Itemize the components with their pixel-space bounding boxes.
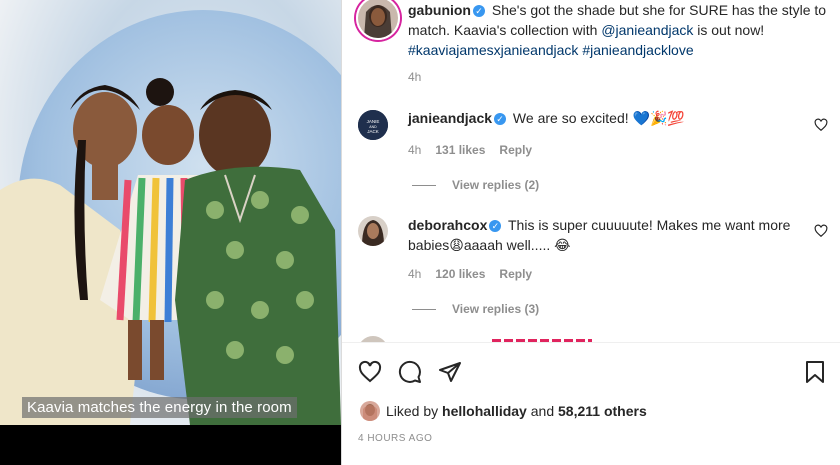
hashtag-link[interactable]: #janieandjacklove <box>582 42 693 58</box>
verified-badge-icon: ✓ <box>489 220 502 232</box>
liked-count[interactable]: 58,211 others <box>558 403 647 419</box>
heart-icon[interactable] <box>814 224 828 238</box>
reply-button[interactable]: Reply <box>499 143 532 157</box>
svg-text:JACK: JACK <box>367 129 379 134</box>
author-avatar[interactable] <box>356 0 400 40</box>
verified-badge-icon: ✓ <box>494 113 507 125</box>
replies-line <box>412 185 436 187</box>
liker-avatar[interactable] <box>360 401 380 421</box>
replies-line <box>412 309 436 311</box>
commenter-username[interactable]: deborahcox <box>408 217 487 233</box>
post-media[interactable]: Kaavia matches the energy in the room <box>0 0 341 465</box>
paper-plane-icon[interactable] <box>438 360 462 384</box>
comment-meta: 4h 120 likes Reply <box>408 267 546 281</box>
author-username[interactable]: gabunion <box>408 2 471 18</box>
comment-icon[interactable] <box>398 360 422 384</box>
post-timestamp[interactable]: 4 HOURS AGO <box>358 433 432 444</box>
reply-button[interactable]: Reply <box>499 267 532 281</box>
mention-link[interactable]: @janieandjack <box>601 22 693 38</box>
photo-people-illustration <box>0 78 341 425</box>
liked-prefix: Liked by <box>386 403 443 419</box>
heart-icon[interactable] <box>358 360 382 384</box>
comment-likes[interactable]: 131 likes <box>435 143 485 157</box>
hashtag-link[interactable]: #kaaviajamesxjanieandjack <box>408 42 578 58</box>
bookmark-icon[interactable] <box>804 360 826 384</box>
comment-body: janieandjack ✓ We are so excited! 💙🎉💯 <box>408 108 798 128</box>
view-replies-label: View replies (3) <box>452 302 540 316</box>
comment-text: We are so excited! 💙🎉💯 <box>509 110 685 126</box>
commenter-avatar[interactable]: JANIE AND JACK <box>358 110 388 140</box>
action-bar: Liked by hellohalliday and 58,211 others… <box>342 343 840 465</box>
comment-meta: 4h 131 likes Reply <box>408 143 546 157</box>
comment-time[interactable]: 4h <box>408 143 421 157</box>
video-caption: Kaavia matches the energy in the room <box>22 397 297 418</box>
comment-likes[interactable]: 120 likes <box>435 267 485 281</box>
likes-summary: Liked by hellohalliday and 58,211 others <box>386 403 647 419</box>
post-caption: gabunion ✓ She's got the shade but she fo… <box>408 0 828 60</box>
commenter-avatar[interactable] <box>358 216 388 246</box>
heart-icon[interactable] <box>814 118 828 132</box>
view-replies-button[interactable]: View replies (3) <box>412 302 539 316</box>
caption-tail: is out now! <box>693 22 765 38</box>
liked-user[interactable]: hellohalliday <box>442 403 527 419</box>
post-photo: Kaavia matches the energy in the room <box>0 0 341 425</box>
svg-text:JANIE: JANIE <box>367 119 380 124</box>
verified-badge-icon: ✓ <box>473 5 485 17</box>
comments-panel[interactable]: gabunion ✓ She's got the shade but she fo… <box>342 0 840 342</box>
comment-body: deborahcox ✓ This is super cuuuuute! Make… <box>408 215 798 255</box>
liked-and: and <box>526 403 558 419</box>
comment-time[interactable]: 4h <box>408 267 421 281</box>
view-replies-label: View replies (2) <box>452 178 540 192</box>
view-replies-button[interactable]: View replies (2) <box>412 178 539 192</box>
commenter-username[interactable]: janieandjack <box>408 110 492 126</box>
post-time[interactable]: 4h <box>408 70 421 84</box>
